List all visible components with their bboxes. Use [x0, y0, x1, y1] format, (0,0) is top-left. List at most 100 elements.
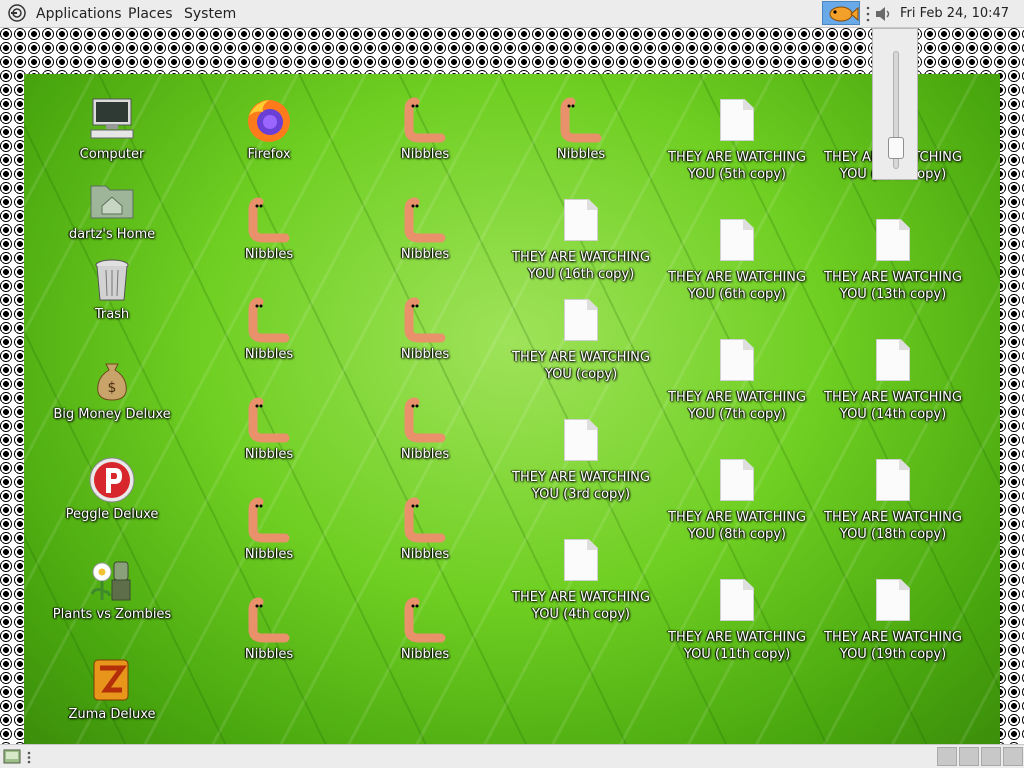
- worm-icon: [404, 397, 446, 443]
- workspace-2[interactable]: [959, 747, 979, 766]
- desktop-icon-label: Nibbles: [244, 447, 294, 462]
- fish-applet[interactable]: [822, 1, 860, 25]
- desktop-icon-nibbles[interactable]: Nibbles: [506, 96, 656, 163]
- fish-icon: [829, 6, 859, 22]
- document-icon: [564, 539, 598, 581]
- desktop-icon-label: THEY ARE WATCHING YOU (19th copy): [824, 630, 962, 662]
- places-menu[interactable]: Places: [128, 0, 173, 28]
- home-folder-icon: [90, 185, 134, 219]
- desktop-icon-zuma[interactable]: Zuma Deluxe: [37, 656, 187, 723]
- document-icon: [564, 299, 598, 341]
- desktop-icon-nibbles[interactable]: Nibbles: [350, 196, 500, 263]
- desktop-icon-document[interactable]: THEY ARE WATCHING YOU (7th copy): [662, 336, 812, 423]
- system-menu[interactable]: System: [184, 0, 236, 28]
- desktop-icon-label: THEY ARE WATCHING YOU (11th copy): [668, 630, 806, 662]
- bottom-panel: [0, 744, 1024, 768]
- desktop-icon-label: Nibbles: [244, 347, 294, 362]
- desktop-icon-label: Nibbles: [400, 547, 450, 562]
- desktop-icon-computer[interactable]: Computer: [37, 96, 187, 163]
- desktop-icon-nibbles[interactable]: Nibbles: [194, 596, 344, 663]
- zuma-icon: [93, 659, 129, 701]
- volume-slider-thumb[interactable]: [888, 137, 904, 160]
- document-icon: [720, 99, 754, 141]
- desktop-icon-nibbles[interactable]: Nibbles: [194, 296, 344, 363]
- desktop-icon-nibbles[interactable]: Nibbles: [194, 496, 344, 563]
- desktop-icon-document[interactable]: THEY ARE WATCHING YOU (14th copy): [818, 336, 968, 423]
- desktop-icon-nibbles[interactable]: Nibbles: [194, 396, 344, 463]
- desktop-icon-label: Nibbles: [244, 547, 294, 562]
- desktop-icon-label: Nibbles: [400, 347, 450, 362]
- workspace-1[interactable]: [937, 747, 957, 766]
- worm-icon: [248, 597, 290, 643]
- desktop-icon-label: Zuma Deluxe: [68, 707, 156, 722]
- desktop-icon-pvz[interactable]: Plants vs Zombies: [37, 556, 187, 623]
- panel-handle-icon[interactable]: [27, 751, 31, 764]
- document-icon: [876, 339, 910, 381]
- desktop-icon-document[interactable]: THEY ARE WATCHING YOU (copy): [506, 296, 656, 383]
- worm-icon: [248, 297, 290, 343]
- desktop-icon-document[interactable]: THEY ARE WATCHING YOU (4th copy): [506, 536, 656, 623]
- desktop-icon-label: Big Money Deluxe: [53, 407, 171, 422]
- desktop-icon-document[interactable]: THEY ARE WATCHING YOU (13th copy): [818, 216, 968, 303]
- worm-icon: [248, 397, 290, 443]
- desktop-icon-document[interactable]: THEY ARE WATCHING YOU (3rd copy): [506, 416, 656, 503]
- desktop-icon-label: THEY ARE WATCHING YOU (7th copy): [668, 390, 806, 422]
- desktop-icon-label: THEY ARE WATCHING YOU (8th copy): [668, 510, 806, 542]
- desktop[interactable]: Computer dartz's Home Trash $ Big Money …: [0, 28, 1024, 744]
- desktop-icon-label: Trash: [94, 307, 130, 322]
- applications-menu[interactable]: Applications: [36, 0, 122, 28]
- desktop-icon-nibbles[interactable]: Nibbles: [350, 96, 500, 163]
- desktop-icon-peggle[interactable]: Peggle Deluxe: [37, 456, 187, 523]
- desktop-icon-document[interactable]: THEY ARE WATCHING YOU (8th copy): [662, 456, 812, 543]
- desktop-icon-label: Nibbles: [556, 147, 606, 162]
- desktop-icon-label: THEY ARE WATCHING YOU (14th copy): [824, 390, 962, 422]
- desktop-icon-label: Computer: [79, 147, 145, 162]
- desktop-icon-nibbles[interactable]: Nibbles: [350, 496, 500, 563]
- workspace-4[interactable]: [1003, 747, 1023, 766]
- show-desktop-icon[interactable]: [3, 749, 21, 764]
- desktop-icon-label: Nibbles: [400, 447, 450, 462]
- money-bag-icon: $: [97, 363, 127, 401]
- worm-icon: [560, 97, 602, 143]
- desktop-icon-label: Nibbles: [244, 647, 294, 662]
- computer-icon: [90, 98, 134, 139]
- desktop-icon-document[interactable]: THEY ARE WATCHING YOU (18th copy): [818, 456, 968, 543]
- desktop-icon-nibbles[interactable]: Nibbles: [350, 296, 500, 363]
- firefox-icon: [248, 100, 290, 142]
- desktop-icon-trash[interactable]: Trash: [37, 256, 187, 323]
- volume-icon[interactable]: [874, 5, 894, 23]
- desktop-icon-document[interactable]: THEY ARE WATCHING YOU (5th copy): [662, 96, 812, 183]
- desktop-icon-document[interactable]: THEY ARE WATCHING YOU (16th copy): [506, 196, 656, 283]
- desktop-icon-home[interactable]: dartz's Home: [37, 176, 187, 243]
- desktop-icon-label: THEY ARE WATCHING YOU (18th copy): [824, 510, 962, 542]
- document-icon: [876, 459, 910, 501]
- panel-handle-icon[interactable]: [866, 6, 870, 22]
- desktop-icon-nibbles[interactable]: Nibbles: [194, 196, 344, 263]
- document-icon: [720, 459, 754, 501]
- gnome-foot-icon[interactable]: [8, 4, 26, 22]
- desktop-icon-document[interactable]: THEY ARE WATCHING YOU (11th copy): [662, 576, 812, 663]
- worm-icon: [404, 97, 446, 143]
- worm-icon: [404, 497, 446, 543]
- clock[interactable]: Fri Feb 24, 10:47 AM: [900, 0, 1024, 49]
- desktop-icon-nibbles[interactable]: Nibbles: [350, 396, 500, 463]
- desktop-icon-document[interactable]: THEY ARE WATCHING YOU (19th copy): [818, 576, 968, 663]
- worm-icon: [248, 497, 290, 543]
- desktop-icon-label: THEY ARE WATCHING YOU (6th copy): [668, 270, 806, 302]
- desktop-icon-firefox[interactable]: Firefox: [194, 96, 344, 163]
- desktop-icon-label: THEY ARE WATCHING YOU (16th copy): [512, 250, 650, 282]
- document-icon: [876, 219, 910, 261]
- workspace-3[interactable]: [981, 747, 1001, 766]
- top-panel: Applications Places System Fri Feb 24, 1…: [0, 0, 1024, 49]
- desktop-icon-document[interactable]: THEY ARE WATCHING YOU (6th copy): [662, 216, 812, 303]
- volume-popup: [872, 28, 918, 180]
- document-icon: [564, 199, 598, 241]
- peggle-icon: [89, 457, 135, 503]
- desktop-icon-label: THEY ARE WATCHING YOU (3rd copy): [512, 470, 650, 502]
- desktop-icon-big-money[interactable]: $ Big Money Deluxe: [37, 356, 187, 423]
- desktop-icon-label: Plants vs Zombies: [52, 607, 172, 622]
- trash-icon: [95, 259, 129, 301]
- document-icon: [720, 219, 754, 261]
- desktop-icon-nibbles[interactable]: Nibbles: [350, 596, 500, 663]
- desktop-icon-label: Nibbles: [400, 147, 450, 162]
